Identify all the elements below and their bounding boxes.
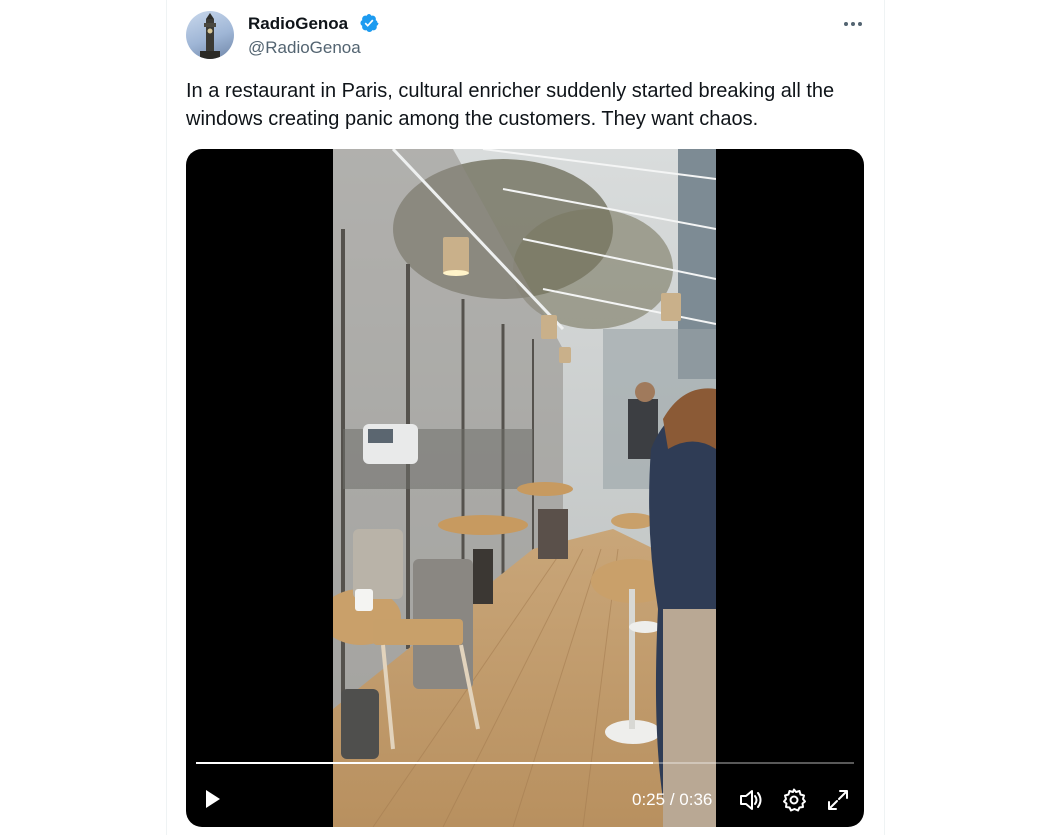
more-options-button[interactable] [838,12,868,36]
video-time: 0:25 / 0:36 [632,789,712,811]
settings-gear-icon[interactable] [781,787,807,813]
fullscreen-expand-icon[interactable] [825,787,851,813]
video-player[interactable]: 0:25 / 0:36 [186,149,864,827]
timeline-border-right [884,0,885,835]
tweet-text: In a restaurant in Paris, cultural enric… [186,80,835,130]
author-name[interactable]: RadioGenoa [248,13,348,35]
video-progress-track[interactable] [196,762,854,764]
avatar-tower-image [200,13,220,59]
volume-icon[interactable] [738,787,764,813]
timeline-border-left [166,0,167,835]
verified-badge-icon [360,14,379,32]
author-handle[interactable]: @RadioGenoa [248,37,361,59]
play-icon[interactable] [200,787,224,811]
video-progress-fill [196,762,653,764]
video-frame-restaurant [333,149,716,827]
current-time: 0:25 [632,790,666,809]
avatar[interactable] [186,11,234,59]
duration: 0:36 [679,790,713,809]
time-separator: / [669,790,675,809]
more-dots-icon [844,22,862,26]
